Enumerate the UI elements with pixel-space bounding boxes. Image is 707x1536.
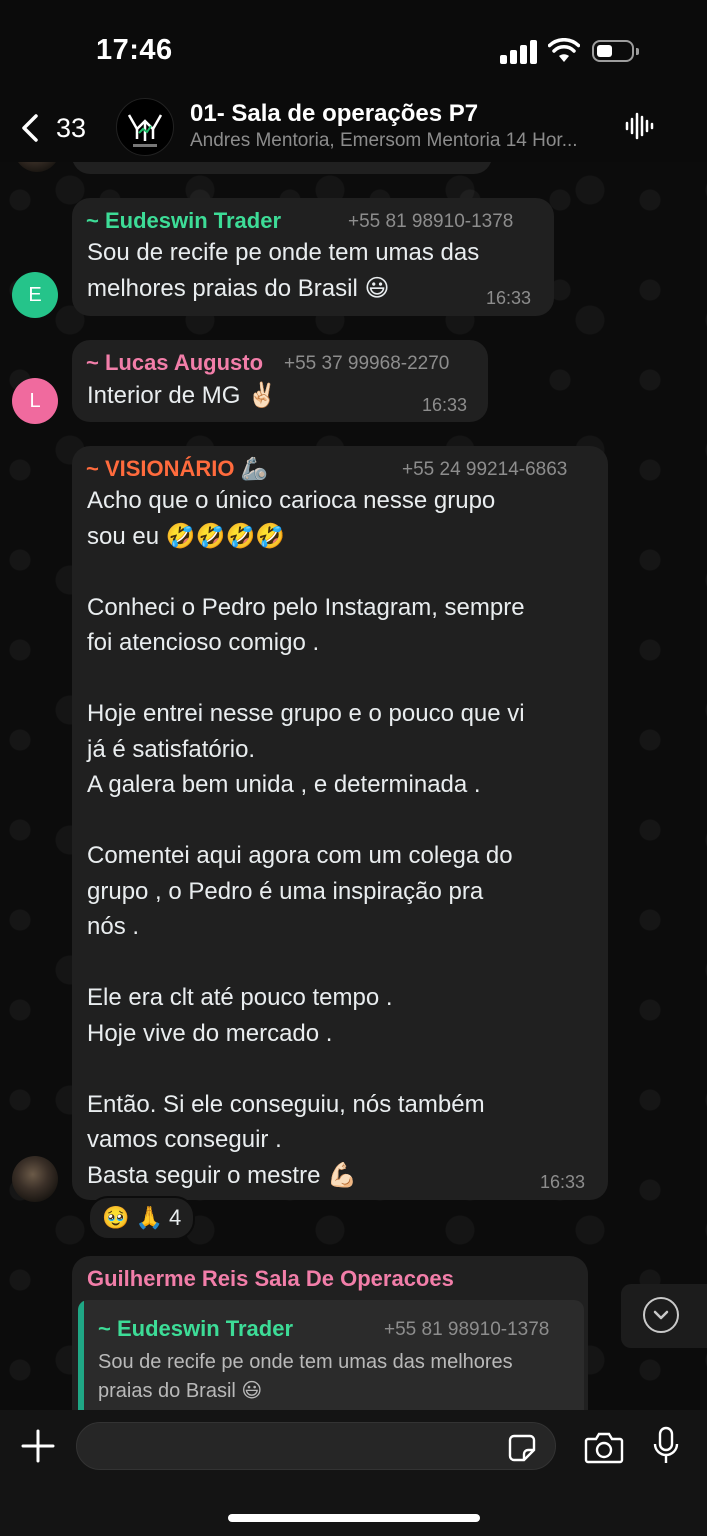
back-button[interactable]: 33 (16, 108, 96, 148)
quoted-sender-name: ~ Eudeswin Trader (98, 1316, 294, 1341)
avatar[interactable]: E (12, 272, 58, 318)
message-input[interactable] (76, 1422, 556, 1470)
sender-name[interactable]: ~ VISIONÁRIO 🦾 (86, 456, 268, 482)
avatar[interactable]: L (12, 378, 58, 424)
status-time: 17:46 (96, 34, 173, 66)
quoted-sender-phone: +55 81 98910-1378 (384, 1319, 550, 1340)
message-time: 16:33 (422, 395, 468, 415)
message-bubble[interactable]: ~ VISIONÁRIO 🦾 +55 24 99214-6863 Acho qu… (72, 446, 608, 1200)
message-bubble[interactable]: ~ Eudeswin Trader +55 81 98910-1378 Sou … (72, 198, 554, 316)
sender-name[interactable]: Guilherme Reis Sala De Operacoes (87, 1266, 454, 1292)
quoted-message-text: Sou de recife pe onde tem umas das melho… (98, 1351, 513, 1402)
sender-name[interactable]: ~ Lucas Augusto (86, 350, 263, 376)
message-text: Interior de MG ✌🏻 (87, 382, 277, 409)
group-members[interactable]: Andres Mentoria, Emersom Mentoria 14 Hor… (190, 130, 578, 152)
message-time: 16:33 (486, 288, 532, 308)
group-avatar[interactable] (116, 98, 174, 156)
sender-name[interactable]: ~ Eudeswin Trader (86, 208, 281, 234)
sender-phone: +55 81 98910-1378 (348, 211, 514, 232)
message-text: Sou de recife pe onde tem umas das melho… (87, 239, 480, 302)
previous-message-bubble[interactable] (72, 162, 492, 174)
group-title[interactable]: 01- Sala de operações P7 (190, 100, 478, 128)
chevron-down-icon (643, 1297, 679, 1333)
message-time: 16:33 (540, 1172, 586, 1192)
voice-chat-icon[interactable] (624, 110, 656, 142)
microphone-icon[interactable] (652, 1426, 680, 1466)
quoted-message[interactable]: ~ Eudeswin Trader +55 81 98910-1378 Sou … (78, 1300, 584, 1410)
wifi-icon (548, 38, 580, 62)
cellular-signal-icon (500, 40, 538, 64)
status-bar: 17:46 (0, 0, 707, 96)
message-reactions[interactable]: 🥹 🙏 4 (88, 1196, 196, 1240)
message-bubble[interactable]: ~ Lucas Augusto +55 37 99968-2270 Interi… (72, 340, 488, 422)
scroll-to-bottom-button[interactable] (621, 1284, 707, 1348)
group-logo-icon (127, 114, 163, 147)
message-list[interactable]: ~ Eudeswin Trader +55 81 98910-1378 Sou … (0, 162, 707, 1410)
quote-accent (78, 1300, 84, 1410)
sender-phone: +55 24 99214-6863 (402, 459, 568, 480)
message-bubble[interactable]: Guilherme Reis Sala De Operacoes ~ Eudes… (72, 1256, 588, 1410)
chat-header: 33 01- Sala de operações P7 Andres Mento… (0, 96, 707, 162)
message-text: Acho que o único carioca nesse grupo sou… (87, 487, 525, 1189)
battery-icon (592, 40, 639, 62)
chevron-left-icon (22, 114, 38, 142)
avatar[interactable] (14, 162, 60, 172)
sticker-icon[interactable] (508, 1434, 536, 1462)
camera-icon[interactable] (584, 1430, 624, 1464)
unread-count: 33 (56, 113, 87, 143)
plus-icon[interactable] (20, 1428, 56, 1464)
message-composer (0, 1410, 707, 1536)
sender-phone: +55 37 99968-2270 (284, 353, 450, 374)
home-indicator (228, 1514, 480, 1522)
avatar[interactable] (12, 1156, 58, 1202)
